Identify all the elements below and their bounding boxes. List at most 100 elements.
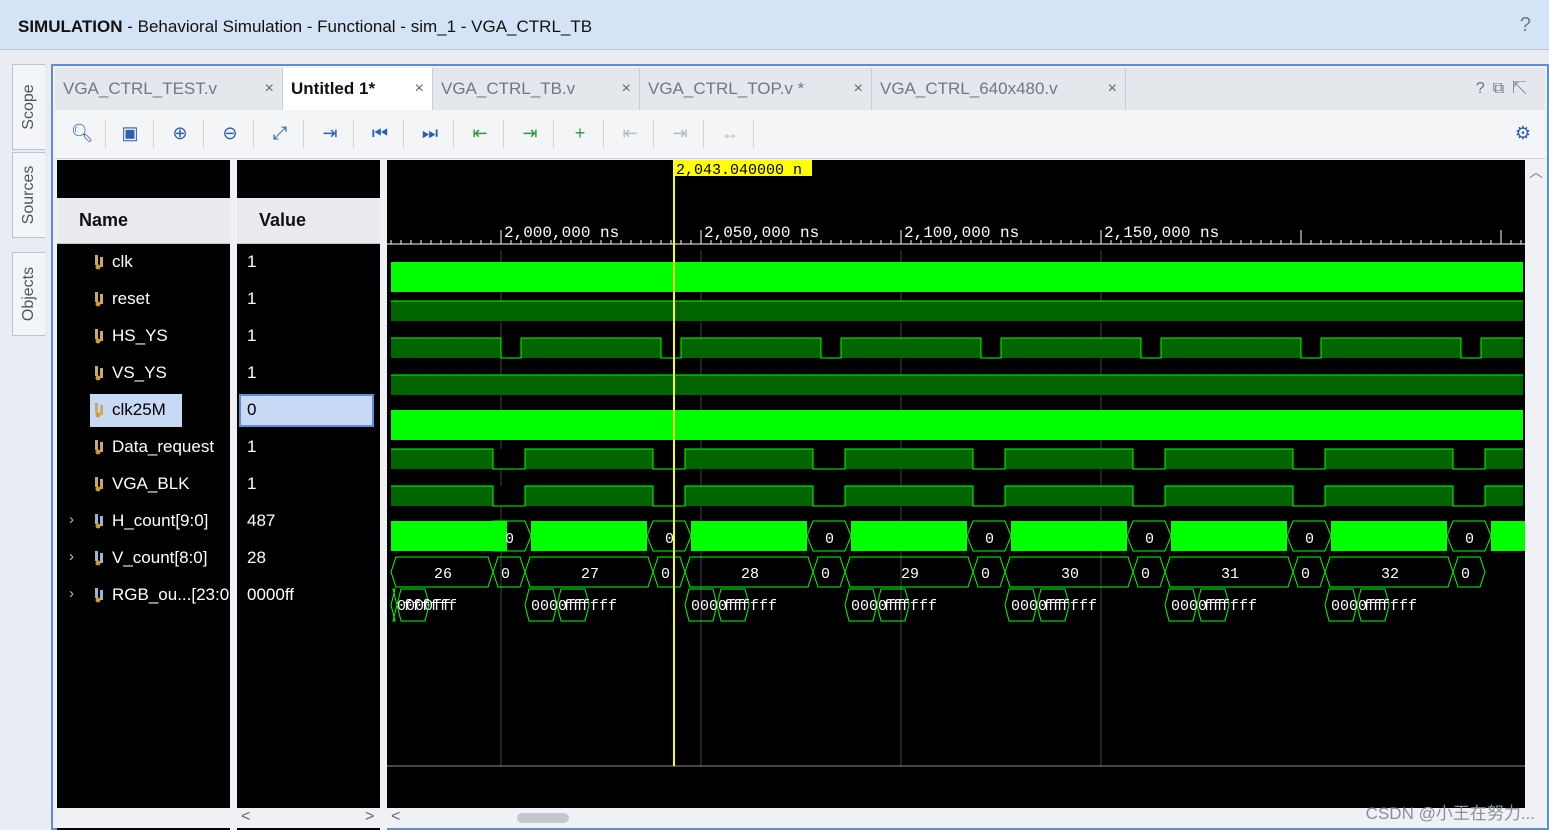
signal-row-h-count-9-0-[interactable]: › H_count[9:0] bbox=[57, 503, 230, 540]
zoom-in-icon[interactable]: ⊕ bbox=[167, 120, 193, 146]
signal-row-data-request[interactable]: Data_request bbox=[57, 429, 230, 466]
signal-value-cell[interactable]: 1 bbox=[237, 318, 380, 355]
waveform-low-gap bbox=[813, 449, 845, 469]
search-icon[interactable]: 🔍︎ bbox=[69, 120, 95, 146]
close-icon[interactable]: × bbox=[622, 80, 631, 98]
waveform-low-gap bbox=[821, 338, 841, 358]
signal-row-vs-ys[interactable]: VS_YS bbox=[57, 355, 230, 392]
watermark: CSDN @小王在努力... bbox=[1365, 804, 1535, 823]
signal-value: 1 bbox=[247, 437, 257, 456]
scroll-left-icon[interactable]: < bbox=[241, 808, 250, 826]
signal-name: H_count[9:0] bbox=[112, 511, 209, 530]
waveform-low-gap bbox=[813, 486, 845, 506]
signal-name: clk25M bbox=[112, 400, 166, 419]
bus-value-label: 31 bbox=[1221, 566, 1239, 583]
next-transition-icon[interactable]: ⇥ bbox=[517, 120, 543, 146]
ruler-label: 2,100,000 ns bbox=[904, 224, 1019, 242]
bus-value-label: 32 bbox=[1381, 566, 1399, 583]
restore-icon[interactable]: ⧉ bbox=[1493, 80, 1512, 97]
signal-value-cell[interactable]: 0 bbox=[237, 392, 380, 429]
bus-value-label: ffffff bbox=[403, 598, 457, 615]
signal-value-cell[interactable]: 1 bbox=[237, 429, 380, 466]
settings-icon[interactable]: ⚙ bbox=[1510, 120, 1536, 146]
tab-vga-ctrl-test[interactable]: VGA_CTRL_TEST.v × bbox=[55, 68, 283, 110]
bus-value-label: 0 bbox=[825, 531, 834, 548]
bus-value-label: ffffff bbox=[883, 598, 937, 615]
constant-high-waveform bbox=[391, 301, 1523, 321]
add-marker-icon[interactable]: + bbox=[567, 120, 593, 146]
side-tab-scope[interactable]: Scope bbox=[12, 64, 45, 150]
go-to-end-icon[interactable]: ⏭︎ bbox=[417, 120, 443, 146]
signal-value-cell[interactable]: 1 bbox=[237, 244, 380, 281]
bit-signal-icon bbox=[95, 403, 103, 418]
waveform-viewer[interactable]: 2,000,000 ns 2,050,000 ns 2,100,000 ns 2,15… bbox=[387, 160, 1527, 808]
signal-row-vga-blk[interactable]: VGA_BLK bbox=[57, 466, 230, 503]
bus-value-label: 0 bbox=[1465, 531, 1474, 548]
help-icon[interactable]: ? bbox=[1520, 14, 1531, 37]
tab-vga-ctrl-640x480[interactable]: VGA_CTRL_640x480.v × bbox=[872, 68, 1126, 110]
scroll-left-icon[interactable]: < bbox=[391, 808, 400, 826]
bus-signal-icon bbox=[95, 551, 103, 566]
scroll-right-icon[interactable]: > bbox=[365, 808, 374, 826]
signal-value-cell[interactable]: 487 bbox=[237, 503, 380, 540]
signal-row-clk[interactable]: clk bbox=[57, 244, 230, 281]
signal-row-v-count-8-0-[interactable]: › V_count[8:0] bbox=[57, 540, 230, 577]
tab-vga-ctrl-top[interactable]: VGA_CTRL_TOP.v * × bbox=[640, 68, 872, 110]
bus-dense-segment bbox=[691, 521, 807, 551]
scroll-thumb[interactable] bbox=[517, 813, 569, 823]
zoom-fit-icon[interactable]: ⤢ bbox=[267, 120, 293, 146]
signal-value-cell[interactable]: 1 bbox=[237, 466, 380, 503]
bit-signal-icon bbox=[95, 255, 103, 270]
signal-row-hs-ys[interactable]: HS_YS bbox=[57, 318, 230, 355]
waveform-fill bbox=[391, 486, 1523, 506]
side-tab-objects[interactable]: Objects bbox=[12, 252, 45, 336]
close-icon[interactable]: × bbox=[1108, 80, 1117, 98]
expand-chevron-icon[interactable]: › bbox=[69, 585, 74, 602]
bus-value-label: ffffff bbox=[723, 598, 777, 615]
expand-chevron-icon[interactable]: › bbox=[69, 548, 74, 565]
zoom-out-icon[interactable]: ⊖ bbox=[217, 120, 243, 146]
signal-value-cell[interactable]: 1 bbox=[237, 355, 380, 392]
bus-value-label: 27 bbox=[581, 566, 599, 583]
signal-value-cell[interactable]: 0000ff bbox=[237, 577, 380, 614]
side-tab-sources[interactable]: Sources bbox=[12, 152, 45, 238]
horizontal-scrollbar[interactable]: < > < bbox=[55, 808, 1545, 828]
tab-untitled-1[interactable]: Untitled 1* × bbox=[283, 68, 433, 110]
signal-row-clk25m[interactable]: clk25M bbox=[57, 392, 230, 429]
signal-value-cell[interactable]: 28 bbox=[237, 540, 380, 577]
waveform-low-gap bbox=[1133, 449, 1165, 469]
signal-name-column: Name clk reset HS_YS VS_YS clk25M Data_reques… bbox=[57, 160, 230, 830]
bus-value-label: ffffff bbox=[1203, 598, 1257, 615]
expand-chevron-icon[interactable]: › bbox=[69, 511, 74, 528]
ruler-label: 2,000,000 ns bbox=[504, 224, 619, 242]
bus-signal-icon bbox=[95, 588, 103, 603]
close-icon[interactable]: × bbox=[415, 80, 424, 98]
waveform-fill bbox=[391, 449, 1523, 469]
close-icon[interactable]: × bbox=[854, 80, 863, 98]
vertical-scrollbar[interactable]: ︿ bbox=[1525, 160, 1545, 808]
go-to-start-icon[interactable]: ⏮︎ bbox=[367, 120, 393, 146]
waveform-low-gap bbox=[1453, 449, 1485, 469]
go-to-cursor-icon[interactable]: ⇥ bbox=[317, 120, 343, 146]
close-icon[interactable]: × bbox=[265, 80, 274, 98]
signal-name: Data_request bbox=[112, 437, 215, 456]
bus-value-label: 0 bbox=[1141, 566, 1150, 583]
signal-row-reset[interactable]: reset bbox=[57, 281, 230, 318]
signal-row-rgb-ou-23-0[interactable]: › RGB_ou...[23:0 bbox=[57, 577, 230, 614]
save-icon[interactable]: ▣ bbox=[117, 120, 143, 146]
signal-name: RGB_ou...[23:0 bbox=[112, 585, 230, 604]
waveform-low-gap bbox=[1453, 486, 1485, 506]
signal-name: VS_YS bbox=[112, 363, 167, 382]
tab-vga-ctrl-tb[interactable]: VGA_CTRL_TB.v × bbox=[433, 68, 640, 110]
bus-value-label: 26 bbox=[434, 566, 452, 583]
previous-transition-icon[interactable]: ⇤ bbox=[467, 120, 493, 146]
scroll-up-icon[interactable]: ︿ bbox=[1529, 162, 1543, 182]
waveform-low-gap bbox=[981, 338, 1001, 358]
signal-value: 1 bbox=[247, 326, 257, 345]
maximize-icon[interactable]: ⇱ bbox=[1512, 80, 1535, 97]
bus-value-label: 0 bbox=[1145, 531, 1154, 548]
signal-value: 487 bbox=[247, 511, 276, 530]
clock-waveform bbox=[391, 262, 1523, 292]
signal-value-cell[interactable]: 1 bbox=[237, 281, 380, 318]
window-controls[interactable]: ?⧉⇱ bbox=[1476, 80, 1535, 98]
